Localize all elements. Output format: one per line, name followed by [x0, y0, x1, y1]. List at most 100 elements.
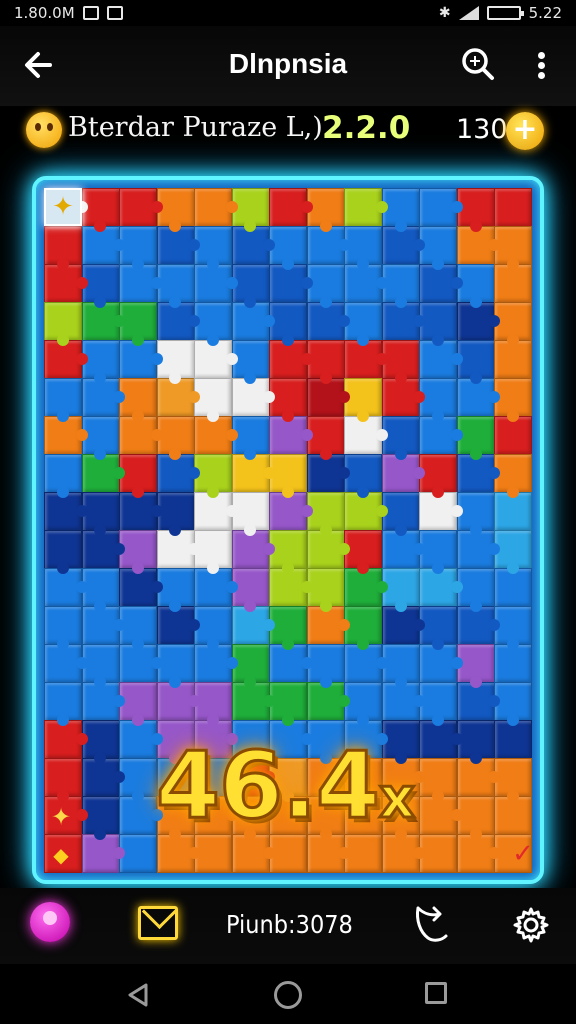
share-button[interactable] — [410, 902, 450, 946]
piece-knob — [375, 201, 388, 213]
piece-knob — [150, 277, 163, 289]
piece-knob — [131, 486, 144, 498]
piece-knob — [131, 714, 144, 726]
piece-knob — [282, 562, 294, 574]
piece-knob — [394, 296, 407, 308]
settings-button[interactable] — [512, 906, 550, 944]
piece-knob — [394, 448, 407, 460]
corner-star-icon: ✦ — [50, 803, 72, 831]
piece-knob — [282, 486, 294, 498]
piece-knob — [113, 391, 126, 403]
piece-knob — [394, 220, 407, 232]
piece-knob — [357, 714, 370, 726]
piece-knob — [113, 239, 126, 251]
piece-knob — [375, 353, 388, 365]
piece-knob — [56, 486, 69, 498]
piece-knob — [75, 505, 88, 517]
piece-knob — [225, 657, 238, 669]
puzzle-piece[interactable] — [419, 834, 458, 873]
piece-knob — [319, 524, 332, 536]
piece-knob — [450, 277, 463, 289]
piece-knob — [394, 600, 407, 612]
piece-knob — [282, 258, 294, 270]
more-menu-button[interactable] — [524, 44, 558, 84]
multiplier-suffix: x — [377, 765, 416, 833]
piece-knob — [357, 258, 370, 270]
piece-knob — [150, 505, 163, 517]
search-button[interactable] — [458, 44, 498, 84]
piece-knob — [469, 600, 482, 612]
piece-knob — [113, 315, 126, 327]
mail-button[interactable] — [138, 906, 178, 940]
image-notification-icon — [82, 6, 99, 20]
piece-knob — [357, 562, 370, 574]
piece-knob — [469, 372, 482, 384]
piece-knob — [394, 676, 407, 688]
piece-knob — [450, 657, 463, 669]
mode-label: Bterdar Puraze L,) — [68, 112, 323, 143]
piece-knob — [282, 638, 294, 650]
piece-knob — [225, 429, 238, 441]
piece-knob — [225, 201, 238, 213]
more-vert-icon — [538, 52, 545, 59]
avatar-button[interactable] — [30, 902, 70, 942]
search-icon — [462, 48, 494, 80]
piece-knob — [300, 429, 313, 441]
piece-knob — [450, 429, 463, 441]
status-time-right: 5.22 — [528, 4, 562, 22]
signal-icon — [458, 6, 479, 20]
piece-knob — [56, 562, 69, 574]
piece-knob — [450, 581, 463, 593]
score-text: Piunb:3078 — [226, 910, 353, 939]
puzzle-piece[interactable] — [494, 188, 533, 227]
piece-knob — [450, 201, 463, 213]
piece-knob — [469, 524, 482, 536]
piece-knob — [375, 429, 388, 441]
puzzle-board[interactable]: ✦ ✦ ◆ ✓ 46.4x — [32, 176, 544, 884]
status-right: ✱ 5.22 — [439, 4, 562, 22]
piece-knob — [300, 277, 313, 289]
puzzle-piece[interactable] — [344, 834, 383, 873]
check-icon: ✓ — [512, 839, 534, 869]
piece-knob — [206, 334, 219, 346]
piece-knob — [450, 353, 463, 365]
battery-icon — [486, 6, 524, 20]
coin-add-button[interactable]: + — [506, 112, 544, 150]
corner-badge-icon: ◆ — [53, 843, 69, 867]
piece-knob — [206, 486, 219, 498]
piece-knob — [150, 429, 163, 441]
piece-knob — [300, 505, 313, 517]
piece-knob — [469, 828, 482, 840]
piece-knob — [225, 505, 238, 517]
piece-knob — [206, 258, 219, 270]
piece-knob — [75, 733, 88, 745]
piece-knob — [56, 790, 69, 802]
piece-knob — [75, 809, 88, 821]
piece-knob — [75, 657, 88, 669]
piece-knob — [113, 771, 126, 783]
piece-knob — [319, 220, 332, 232]
piece-knob — [375, 657, 388, 669]
piece-knob — [319, 448, 332, 460]
piece-knob — [300, 657, 313, 669]
piece-knob — [300, 201, 313, 213]
nav-back-button[interactable] — [126, 982, 150, 1008]
piece-knob — [56, 334, 69, 346]
nav-home-button[interactable] — [274, 981, 302, 1009]
piece-knob — [282, 334, 294, 346]
gear-icon — [513, 907, 549, 943]
piece-knob — [225, 581, 238, 593]
piece-knob — [56, 638, 69, 650]
piece-knob — [469, 448, 482, 460]
piece-knob — [469, 220, 482, 232]
piece-knob — [300, 581, 313, 593]
nav-recents-button[interactable] — [425, 982, 447, 1004]
piece-knob — [394, 372, 407, 384]
app-notification-icon — [106, 6, 123, 20]
piece-knob — [113, 695, 126, 707]
piece-knob — [319, 296, 332, 308]
piece-knob — [357, 410, 370, 422]
piece-knob — [131, 562, 144, 574]
piece-knob — [375, 581, 388, 593]
hint-star-icon[interactable]: ✦ — [44, 188, 82, 226]
